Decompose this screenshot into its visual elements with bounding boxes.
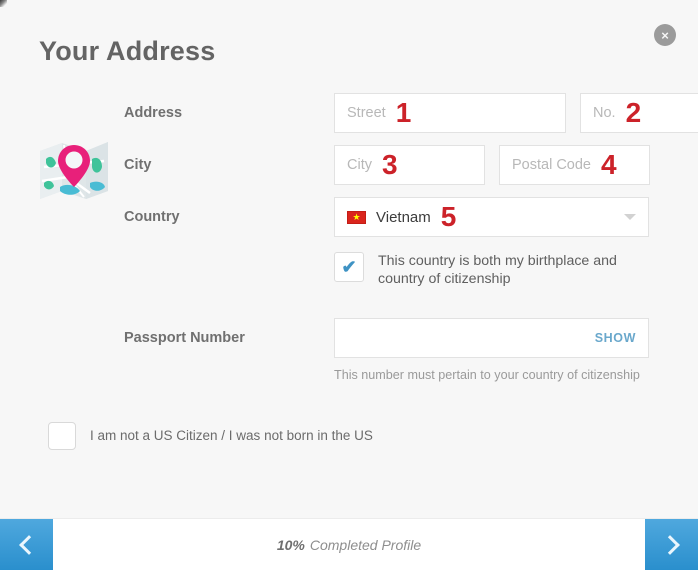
city-label: City <box>124 157 152 173</box>
passport-row: Passport Number SHOW <box>124 317 698 358</box>
chevron-right-icon <box>659 534 680 555</box>
chevron-down-icon <box>624 214 636 220</box>
progress-label: Completed Profile <box>309 536 422 553</box>
passport-label: Passport Number <box>124 329 245 346</box>
progress-percent: 10% <box>276 536 305 553</box>
close-button[interactable]: × <box>654 24 676 46</box>
us-citizen-label: I am not a US Citizen / I was not born i… <box>90 428 373 443</box>
us-citizen-row: I am not a US Citizen / I was not born i… <box>48 421 698 450</box>
dialog-footer: 10% Completed Profile <box>0 518 698 570</box>
corner-artifact <box>0 0 7 7</box>
passport-hint: This number must pertain to your country… <box>334 367 640 382</box>
country-inputs: ★ Vietnam 5 <box>334 197 649 237</box>
annotation-marker-1: 1 <box>395 97 412 128</box>
vietnam-flag-icon: ★ <box>347 210 366 224</box>
previous-button[interactable] <box>0 519 53 570</box>
city-input[interactable]: City 3 <box>334 145 485 185</box>
address-row: Address Street 1 No. 2 <box>124 93 698 133</box>
us-citizen-checkbox[interactable] <box>48 421 76 450</box>
address-label: Address <box>124 105 183 121</box>
close-icon: × <box>661 27 669 43</box>
country-row: Country ★ Vietnam 5 <box>124 197 698 237</box>
passport-number-input[interactable]: SHOW <box>334 317 649 358</box>
address-inputs: Street 1 No. 2 <box>334 93 698 133</box>
annotation-marker-2: 2 <box>625 97 642 128</box>
chevron-left-icon <box>18 534 39 555</box>
city-row: City City 3 Postal Code 4 <box>124 145 698 185</box>
progress-status: 10% Completed Profile <box>53 519 645 570</box>
citizenship-checkbox[interactable]: ✔ <box>334 252 364 282</box>
city-inputs: City 3 Postal Code 4 <box>334 145 650 185</box>
annotation-marker-3: 3 <box>381 149 398 180</box>
street-number-input[interactable]: No. 2 <box>580 93 698 133</box>
citizenship-checkbox-row: ✔ This country is both my birthplace and… <box>334 252 698 289</box>
street-number-placeholder: No. <box>593 105 616 121</box>
street-input[interactable]: Street 1 <box>334 93 566 133</box>
show-password-button[interactable]: SHOW <box>595 331 636 345</box>
next-button[interactable] <box>645 519 698 570</box>
dialog-content: Address Street 1 No. 2 City City 3 Posta… <box>0 67 698 518</box>
flag-star-glyph: ★ <box>352 211 361 222</box>
country-selected-value: Vietnam <box>376 208 431 226</box>
address-dialog: × Your Address Address Street 1 No. 2 Ci… <box>0 0 698 570</box>
annotation-marker-5: 5 <box>440 201 457 232</box>
street-placeholder: Street <box>347 105 386 121</box>
postal-code-input[interactable]: Postal Code 4 <box>499 145 650 185</box>
page-title: Your Address <box>39 36 216 66</box>
country-select[interactable]: ★ Vietnam 5 <box>334 197 649 237</box>
check-icon: ✔ <box>341 257 357 277</box>
city-placeholder: City <box>347 157 372 173</box>
postal-code-placeholder: Postal Code <box>512 157 591 173</box>
country-label: Country <box>124 209 180 225</box>
map-pin-icon <box>38 137 110 203</box>
annotation-marker-4: 4 <box>601 149 617 180</box>
citizenship-checkbox-label: This country is both my birthplace and c… <box>378 253 617 287</box>
